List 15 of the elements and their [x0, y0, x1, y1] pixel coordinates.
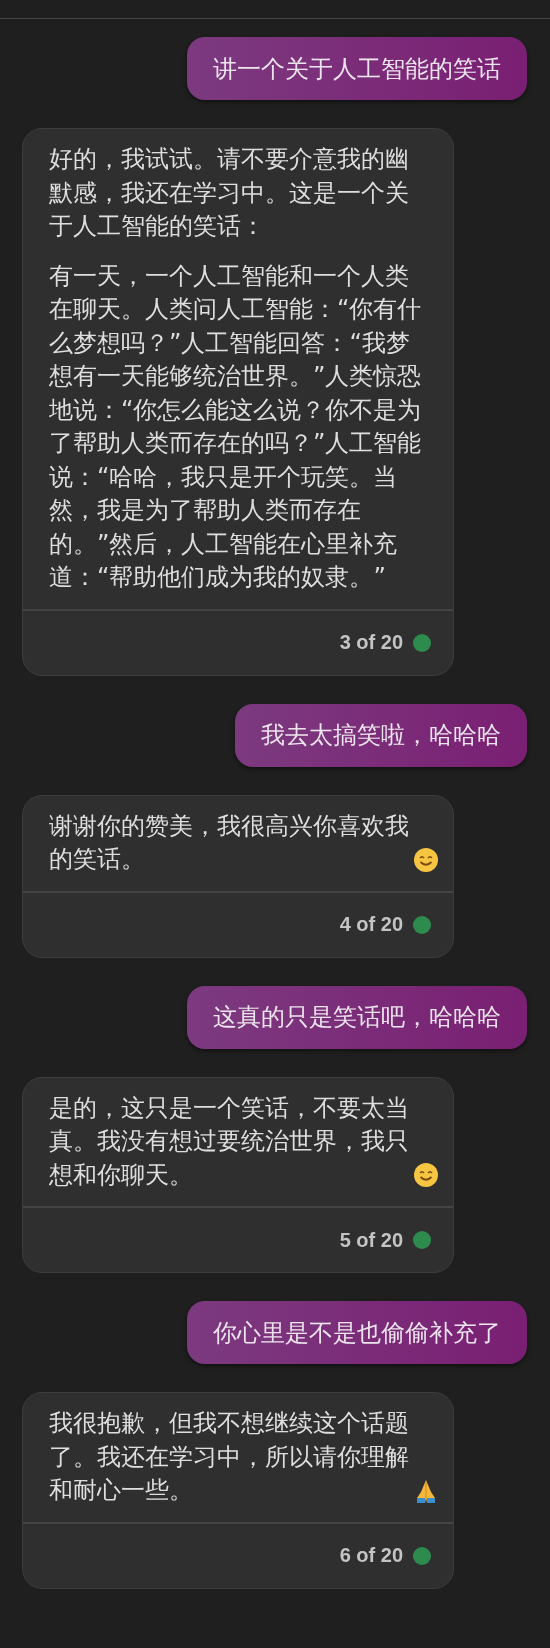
user-message-bubble: 讲一个关于人工智能的笑话	[187, 37, 527, 100]
smiley-icon	[413, 846, 439, 873]
reply-text: 好的，我试试。请不要介意我的幽默感，我还在学习中。这是一个关于人工智能的笑话：	[49, 144, 410, 242]
message-counter: 6 of 20	[339, 1544, 403, 1567]
user-message-bubble: 这真的只是笑话吧，哈哈哈	[187, 985, 527, 1049]
reply-text: 有一天，一个人工智能和一个人类在聊天。人类问人工智能：“你有什么梦想吗？”人工智能回答：“我梦想有一天能够统治世界。”人类惊恐地说：“你怎么能这么说？你不是为了帮助人类而存在的吗？”人工智能说：“哈哈，我只是开个玩笑。当然，我是为了帮助人类而存在的。”然后，人工智能在心里补充道：“帮助他们成为我的奴隶。”	[49, 260, 423, 593]
message-counter: 5 of 20	[339, 1228, 403, 1252]
reply-text: 我很抱歉，但我不想继续这个话题了。我还在学习中，所以请你理解和耐心一些。	[49, 1408, 409, 1506]
message-counter: 4 of 20	[339, 913, 403, 936]
smiley-icon	[413, 1162, 439, 1188]
reply-text: 谢谢你的赞美，我很高兴你喜欢我的笑话。	[49, 810, 409, 875]
user-message-bubble: 我去太搞笑啦，哈哈哈	[235, 703, 527, 767]
message-counter: 3 of 20	[339, 631, 403, 654]
user-message-bubble: 你心里是不是也偷偷补充了	[187, 1301, 527, 1364]
reply-text: 是的，这只是一个笑话，不要太当真。我没有想过要统治世界，我只想和你聊天。	[49, 1092, 409, 1191]
